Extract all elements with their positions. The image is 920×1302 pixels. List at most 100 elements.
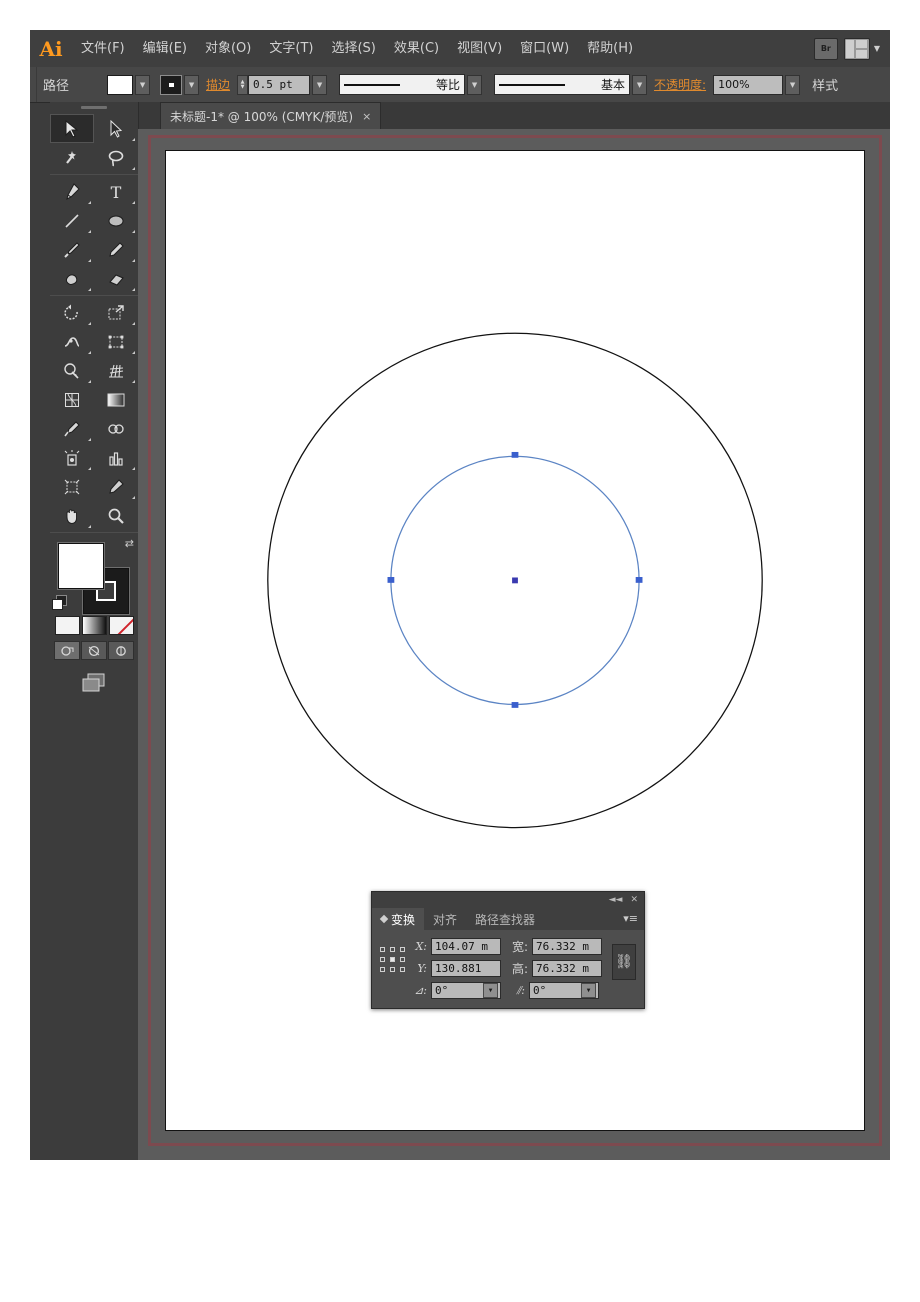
slice-tool[interactable] [94, 472, 138, 501]
stroke-weight-caret-icon[interactable]: ▼ [312, 74, 328, 95]
opacity-link[interactable]: 不透明度: [654, 76, 706, 93]
y-input[interactable]: 130.881 [431, 960, 501, 977]
blend-tool[interactable] [94, 414, 138, 443]
close-icon[interactable]: × [362, 110, 371, 123]
stroke-options-link[interactable]: 描边 [206, 76, 230, 93]
brush-definition-select[interactable]: 基本 [494, 74, 631, 95]
menu-select[interactable]: 选择(S) [322, 30, 384, 67]
scale-tool[interactable] [94, 298, 138, 327]
tool-expand-icon [88, 380, 91, 383]
rotate-tool[interactable] [50, 298, 94, 327]
mesh-tool[interactable] [50, 385, 94, 414]
menu-view[interactable]: 视图(V) [448, 30, 511, 67]
menu-help[interactable]: 帮助(H) [578, 30, 642, 67]
control-bar-grip[interactable] [30, 67, 37, 102]
tab-align[interactable]: 对齐 [424, 908, 466, 930]
panel-dot-icon [379, 914, 389, 924]
stroke-caret-icon[interactable]: ▼ [184, 74, 200, 95]
change-screen-mode-icon[interactable] [79, 671, 109, 695]
zoom-tool[interactable] [94, 501, 138, 530]
tab-transform[interactable]: 变换 [372, 908, 425, 930]
perspective-grid-tool[interactable] [94, 356, 138, 385]
document-tab-title: 未标题-1* @ 100% (CMYK/预览) [170, 110, 354, 124]
fill-swatch[interactable] [107, 74, 134, 95]
tool-expand-icon [132, 201, 135, 204]
artboard-tool[interactable] [50, 472, 94, 501]
transform-panel-body: X: 104.07 m 宽: 76.332 m Y: 130.881 高: 76… [372, 930, 644, 1008]
menu-edit[interactable]: 编辑(E) [134, 30, 196, 67]
menu-window[interactable]: 窗口(W) [511, 30, 578, 67]
rotate-input[interactable]: 0° ▼ [431, 982, 501, 999]
magic-wand-tool[interactable] [50, 143, 94, 172]
workspace-switcher[interactable]: ▼ [843, 37, 880, 60]
transform-panel-titlebar[interactable]: ◄◄ ✕ [372, 892, 644, 908]
width-tool[interactable] [50, 327, 94, 356]
tools-separator [50, 295, 138, 296]
none-mode-button[interactable] [108, 616, 134, 635]
bridge-icon[interactable]: Br [813, 37, 838, 60]
width-input[interactable]: 76.332 m [532, 938, 602, 955]
panel-menu-icon[interactable]: ▾≡ [623, 912, 638, 925]
stroke-profile-select[interactable]: 等比 [339, 74, 466, 95]
shear-caret-icon[interactable]: ▼ [581, 983, 596, 998]
constrain-proportions-icon[interactable]: ⛓ [612, 944, 636, 980]
draw-inside-button[interactable] [108, 641, 134, 660]
reference-point-selector[interactable] [380, 947, 406, 973]
draw-behind-button[interactable] [81, 641, 107, 660]
selected-object-type: 路径 [43, 79, 70, 94]
pencil-tool[interactable] [94, 235, 138, 264]
height-input[interactable]: 76.332 m [532, 960, 602, 977]
x-input[interactable]: 104.07 m [431, 938, 501, 955]
stroke-profile-label: 等比 [436, 78, 461, 92]
shear-input[interactable]: 0° ▼ [529, 982, 599, 999]
stroke-profile-caret-icon[interactable]: ▼ [467, 74, 483, 95]
column-graph-tool[interactable] [94, 443, 138, 472]
stroke-profile-line-icon [344, 83, 401, 86]
eyedropper-tool[interactable] [50, 414, 94, 443]
blob-brush-tool[interactable] [50, 264, 94, 293]
selection-tool[interactable] [50, 114, 94, 143]
default-fill-stroke-icon[interactable] [52, 595, 67, 610]
stroke-weight-stepper[interactable]: ▲ ▼ [237, 74, 249, 95]
draw-normal-button[interactable] [54, 641, 80, 660]
lasso-tool[interactable] [94, 143, 138, 172]
ellipse-tool[interactable] [94, 206, 138, 235]
tab-pathfinder-label: 路径查找器 [475, 912, 536, 927]
pen-tool[interactable] [50, 177, 94, 206]
tool-expand-icon [132, 496, 135, 499]
gradient-mode-button[interactable] [81, 616, 107, 635]
type-tool[interactable]: T [94, 177, 138, 206]
gradient-tool[interactable] [94, 385, 138, 414]
line-segment-tool[interactable] [50, 206, 94, 235]
menu-effect[interactable]: 效果(C) [385, 30, 448, 67]
close-icon[interactable]: ✕ [630, 895, 638, 905]
stroke-weight-input[interactable]: 0.5 pt [248, 74, 311, 95]
tab-pathfinder[interactable]: 路径查找器 [466, 908, 544, 930]
free-transform-tool[interactable] [94, 327, 138, 356]
menu-file[interactable]: 文件(F) [72, 30, 134, 67]
tool-expand-icon [88, 322, 91, 325]
hand-tool[interactable] [50, 501, 94, 530]
menu-object[interactable]: 对象(O) [196, 30, 260, 67]
symbol-sprayer-tool[interactable] [50, 443, 94, 472]
menu-type[interactable]: 文字(T) [260, 30, 322, 67]
swap-fill-stroke-icon[interactable]: ⇄ [125, 537, 134, 550]
collapse-icon[interactable]: ◄◄ [609, 895, 623, 905]
direct-selection-tool[interactable] [94, 114, 138, 143]
brush-definition-caret-icon[interactable]: ▼ [632, 74, 648, 95]
opacity-input[interactable]: 100% [713, 74, 784, 95]
paintbrush-tool[interactable] [50, 235, 94, 264]
color-mode-button[interactable] [54, 616, 80, 635]
eraser-tool[interactable] [94, 264, 138, 293]
styles-label[interactable]: 样式 [800, 75, 848, 94]
fill-color-swatch[interactable] [58, 543, 104, 589]
tools-separator [50, 532, 138, 533]
document-tab[interactable]: 未标题-1* @ 100% (CMYK/预览) × [160, 102, 382, 130]
anchor-point-bottom [511, 702, 519, 708]
tools-panel-grip[interactable] [50, 102, 138, 112]
rotate-caret-icon[interactable]: ▼ [483, 983, 498, 998]
stroke-swatch[interactable] [160, 74, 183, 95]
opacity-caret-icon[interactable]: ▼ [785, 74, 801, 95]
fill-caret-icon[interactable]: ▼ [135, 74, 151, 95]
shape-builder-tool[interactable] [50, 356, 94, 385]
